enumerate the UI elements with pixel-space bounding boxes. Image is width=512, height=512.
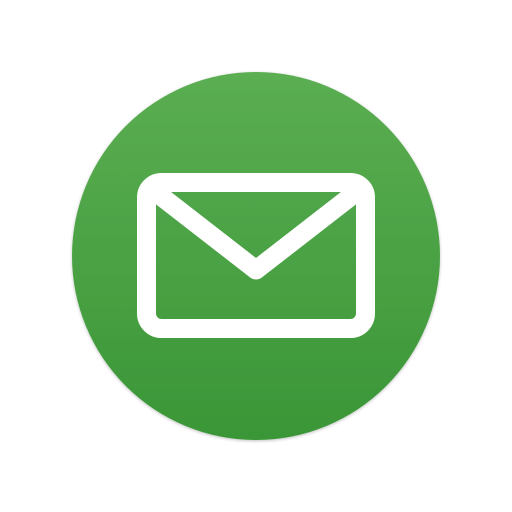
icon-background-circle <box>72 72 440 440</box>
mail-icon[interactable] <box>0 0 512 512</box>
app-icon-canvas <box>0 0 512 512</box>
